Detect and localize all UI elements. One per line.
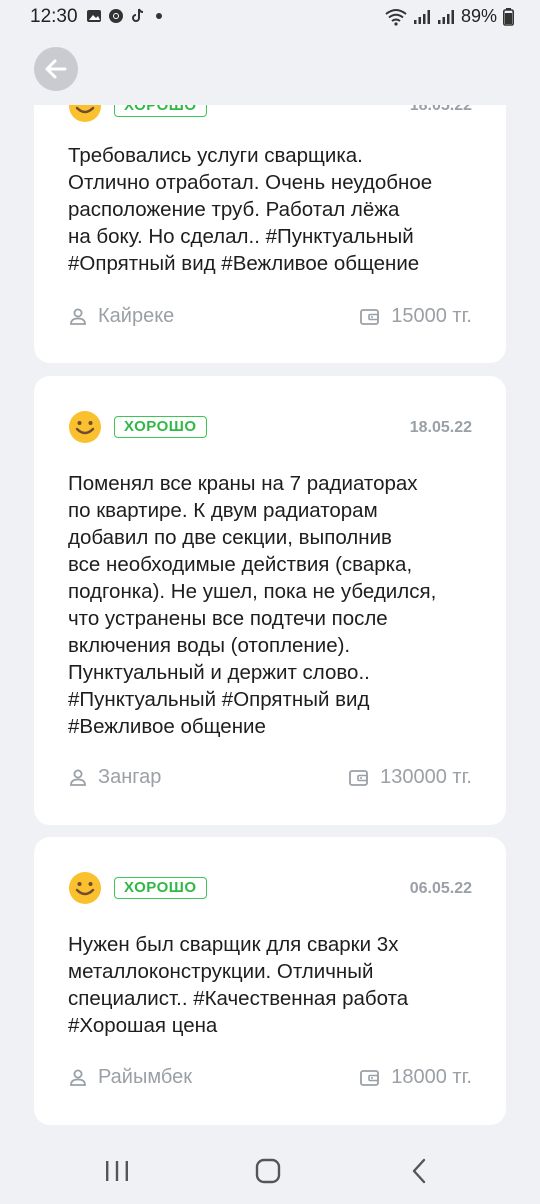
author-name: Кайреке (98, 305, 175, 327)
price-value: 15000 тг. (391, 305, 472, 327)
review-footer: Райымбек 18000 тг. (68, 1066, 472, 1090)
review-footer: Зангар 130000 тг. (68, 766, 472, 790)
review-card: ХОРОШО 06.05.22 Нужен был сварщик для св… (34, 837, 506, 1125)
review-card: ХОРОШО 18.05.22 Поменял все краны на 7 р… (34, 376, 506, 825)
home-button[interactable] (253, 1156, 283, 1186)
system-nav-bar (0, 1138, 540, 1204)
user-icon (70, 769, 86, 786)
review-author: Райымбек (68, 1066, 192, 1089)
review-author: Кайреке (68, 305, 174, 328)
author-name: Зангар (98, 766, 162, 788)
arrow-left-icon (45, 59, 67, 79)
review-text: Нужен был сварщик для сварки 3х металлок… (68, 933, 409, 1037)
review-card: ХОРОШО 18.05.22 Требовались услуги сварщ… (34, 105, 506, 363)
rating-badge: ХОРОШО (114, 877, 207, 899)
author-name: Райымбек (98, 1066, 192, 1088)
rating-badge: ХОРОШО (114, 105, 207, 117)
rating-badge: ХОРОШО (114, 416, 207, 438)
review-author: Зангар (68, 766, 161, 789)
smiley-emoji-icon (69, 411, 101, 443)
image-icon (87, 10, 101, 22)
tiktok-icon (132, 8, 144, 22)
smiley-emoji-icon (69, 105, 101, 122)
back-button[interactable] (34, 47, 78, 91)
wallet-icon (360, 308, 380, 325)
battery-percent: 89% (460, 6, 497, 26)
notification-icons (86, 8, 162, 24)
chrome-icon (109, 9, 123, 23)
status-right: 89% (385, 6, 514, 27)
review-date: 06.05.22 (409, 880, 472, 897)
review-footer: Кайреке 15000 тг. (68, 305, 472, 329)
review-price: 18000 тг. (359, 1066, 472, 1089)
wifi-icon (385, 8, 407, 26)
signal-icon (413, 9, 430, 24)
review-price: 130000 тг. (348, 766, 472, 789)
wallet-icon (360, 1069, 380, 1086)
reviews-list[interactable]: ХОРОШО 18.05.22 Требовались услуги сварщ… (0, 105, 540, 1127)
recent-apps-button[interactable] (102, 1156, 132, 1186)
smiley-emoji-icon (69, 872, 101, 904)
back-nav-button[interactable] (405, 1156, 435, 1186)
review-text: Требовались услуги сварщика. Отлично отр… (68, 144, 433, 275)
wallet-icon (349, 769, 369, 786)
review-price: 15000 тг. (359, 305, 472, 328)
user-icon (70, 1069, 86, 1086)
price-value: 130000 тг. (380, 766, 472, 788)
user-icon (70, 308, 86, 325)
price-value: 18000 тг. (391, 1066, 472, 1088)
status-bar: 12:30 89% (0, 0, 540, 34)
review-text: Поменял все краны на 7 радиаторах по ква… (68, 472, 437, 738)
status-time: 12:30 (30, 6, 78, 27)
review-date: 18.05.22 (409, 105, 472, 114)
battery-icon (503, 7, 514, 26)
dot-icon (156, 13, 162, 19)
signal-icon-2 (437, 9, 454, 24)
review-date: 18.05.22 (409, 419, 472, 436)
